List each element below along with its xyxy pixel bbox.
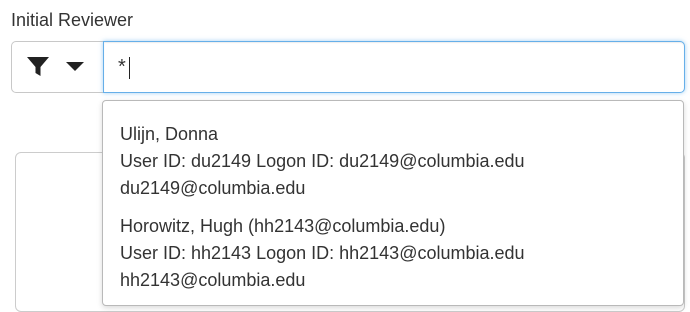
text-cursor (129, 57, 130, 79)
reviewer-picker: Initial Reviewer Ulijn, Donna User ID: d… (0, 0, 690, 312)
suggestion-ids: User ID: du2149 Logon ID: du2149@columbi… (120, 151, 525, 171)
suggestion-name: Horowitz, Hugh (hh2143@columbia.edu) (120, 216, 446, 236)
caret-down-icon (66, 62, 84, 72)
suggestion-ids: User ID: hh2143 Logon ID: hh2143@columbi… (120, 243, 525, 263)
filter-icon (26, 56, 50, 78)
search-input[interactable] (104, 42, 684, 92)
suggestion-email: du2149@columbia.edu (120, 178, 306, 198)
suggestion-item[interactable]: Ulijn, Donna User ID: du2149 Logon ID: d… (103, 121, 683, 202)
suggestion-item[interactable]: Horowitz, Hugh (hh2143@columbia.edu) Use… (103, 213, 683, 294)
suggestion-email: hh2143@columbia.edu (120, 270, 306, 290)
suggestion-name: Ulijn, Donna (120, 124, 219, 144)
initial-reviewer-label: Initial Reviewer (11, 10, 134, 30)
suggestion-list: Ulijn, Donna User ID: du2149 Logon ID: d… (102, 100, 684, 306)
filter-dropdown-button[interactable] (11, 41, 103, 93)
search-field[interactable] (103, 41, 685, 93)
